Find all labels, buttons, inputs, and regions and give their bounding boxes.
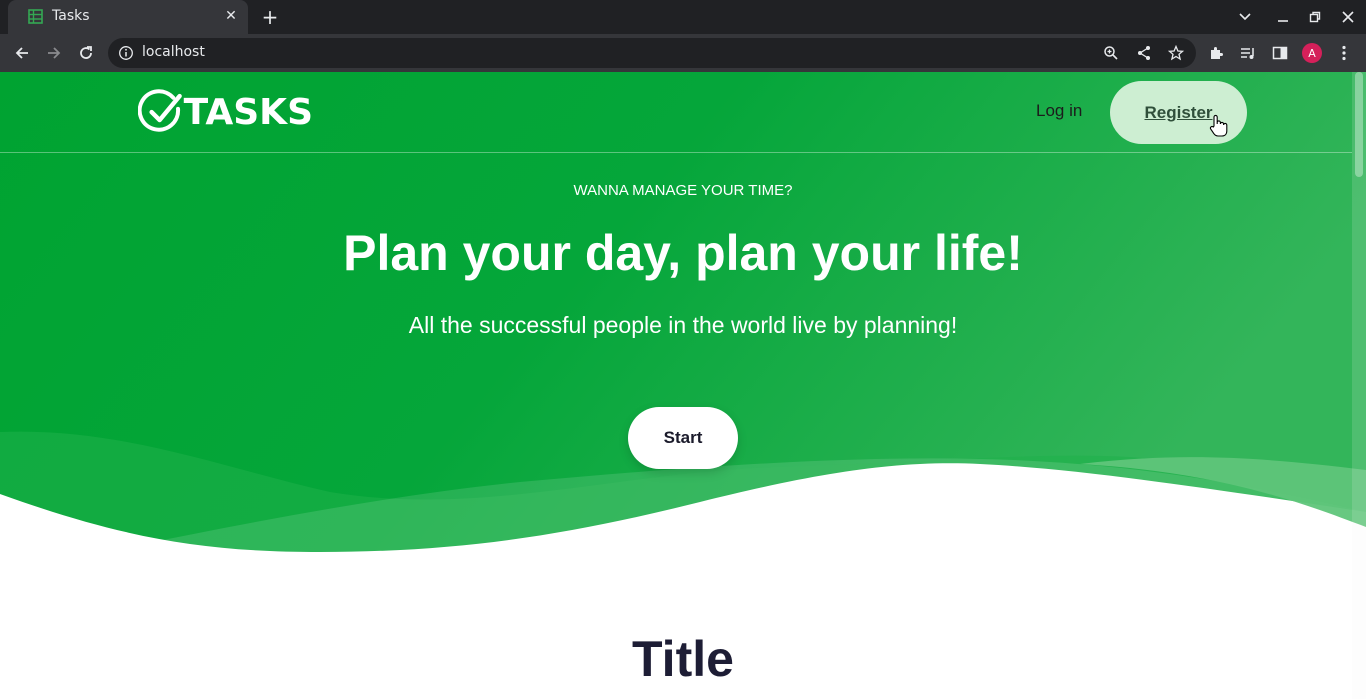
tab-title: Tasks — [52, 8, 90, 24]
checkmark-logo-icon — [138, 88, 182, 132]
restore-icon[interactable] — [1304, 6, 1326, 28]
side-panel-icon[interactable] — [1270, 43, 1290, 63]
hero-kicker: WANNA MANAGE YOUR TIME? — [573, 182, 793, 199]
hero-subline: All the successful people in the world l… — [408, 312, 958, 338]
browser-toolbar: localhost A — [0, 34, 1366, 72]
profile-avatar[interactable]: A — [1302, 43, 1322, 63]
url-text: localhost — [142, 44, 205, 60]
hero-waves — [0, 431, 1366, 699]
table-icon — [28, 9, 43, 24]
section-title: Title — [632, 631, 734, 687]
extensions-icon[interactable] — [1206, 43, 1226, 63]
new-tab-icon[interactable]: + — [259, 5, 281, 29]
forward-arrow-icon[interactable] — [43, 42, 65, 64]
back-arrow-icon[interactable] — [11, 42, 33, 64]
hand-cursor-icon — [1209, 114, 1228, 137]
zoom-icon[interactable] — [1102, 44, 1120, 62]
bookmark-star-icon[interactable] — [1167, 44, 1185, 62]
browser-tabbar: Tasks ✕ + — [0, 0, 1366, 34]
more-menu-icon[interactable] — [1334, 43, 1354, 63]
share-icon[interactable] — [1135, 44, 1153, 62]
scrollbar-thumb[interactable] — [1355, 72, 1363, 177]
login-link[interactable]: Log in — [1036, 101, 1082, 121]
media-queue-icon[interactable] — [1238, 43, 1258, 63]
reload-icon[interactable] — [75, 42, 97, 64]
minimize-icon[interactable] — [1272, 6, 1294, 28]
address-bar[interactable]: localhost — [108, 38, 1196, 68]
hero-headline: Plan your day, plan your life! — [343, 225, 1023, 281]
site-logo[interactable]: TASKS — [138, 84, 313, 140]
start-button[interactable]: Start — [628, 407, 738, 469]
site-header: TASKS Log in Register — [0, 72, 1352, 153]
tab-search-icon[interactable] — [1234, 6, 1256, 28]
page-viewport: TASKS Log in Register WANNA MANAGE YOUR … — [0, 72, 1366, 699]
browser-tab[interactable]: Tasks ✕ — [8, 0, 248, 34]
logo-text: TASKS — [183, 91, 313, 133]
close-window-icon[interactable] — [1337, 6, 1359, 28]
close-tab-icon[interactable]: ✕ — [222, 7, 240, 25]
site-info-icon[interactable] — [118, 45, 134, 61]
